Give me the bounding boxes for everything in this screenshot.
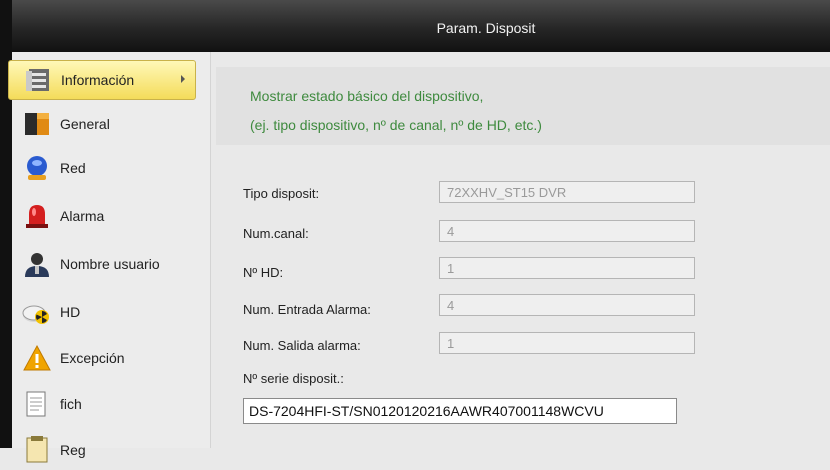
log-icon <box>22 435 52 465</box>
sidebar-item-fich[interactable]: fich <box>8 384 196 424</box>
sidebar-item-label: Nombre usuario <box>60 256 160 272</box>
sidebar-item-general[interactable]: General <box>8 104 196 144</box>
server-icon <box>23 65 53 95</box>
device-type-field[interactable] <box>439 181 695 203</box>
sidebar-item-label: Alarma <box>60 208 105 224</box>
alarm-input-count-field[interactable] <box>439 294 695 316</box>
alarm-output-count-field[interactable] <box>439 332 695 354</box>
window-title-text: Param. Disposit <box>436 20 536 36</box>
sidebar-item-excepcion[interactable]: Excepción <box>8 338 196 378</box>
user-icon <box>22 249 52 279</box>
sidebar-item-red[interactable]: Red <box>8 148 196 188</box>
sidebar-item-alarma[interactable]: Alarma <box>8 196 196 236</box>
serial-number-label: Nº serie disposit.: <box>243 371 344 386</box>
alarm-icon <box>22 201 52 231</box>
sidebar-item-hd[interactable]: HD <box>8 292 196 332</box>
hdd-count-field[interactable] <box>439 257 695 279</box>
chevron-right-icon <box>181 75 185 83</box>
sidebar-item-label: HD <box>60 304 81 320</box>
sidebar-item-label: Red <box>60 160 86 176</box>
hdd-count-label: Nº HD: <box>243 265 284 280</box>
network-icon <box>22 153 52 183</box>
sidebar-item-reg[interactable]: Reg <box>8 430 196 470</box>
window-title: Param. Disposit <box>12 0 830 52</box>
sidebar-item-label: fich <box>60 396 82 412</box>
sidebar-item-informacion[interactable]: Información <box>8 60 196 100</box>
general-icon <box>22 109 52 139</box>
sidebar-item-label: Excepción <box>60 350 125 366</box>
alarm-input-count-label: Num. Entrada Alarma: <box>243 302 371 317</box>
description-line-2: (ej. tipo dispositivo, nº de canal, nº d… <box>250 117 542 133</box>
description-box <box>216 67 830 145</box>
warning-icon <box>22 343 52 373</box>
channel-count-field[interactable] <box>439 220 695 242</box>
alarm-output-count-label: Num. Salida alarma: <box>243 338 361 353</box>
description-line-1: Mostrar estado básico del dispositivo, <box>250 88 484 104</box>
sidebar-item-nombre-usuario[interactable]: Nombre usuario <box>8 244 196 284</box>
file-icon <box>22 389 52 419</box>
sidebar-item-label: Reg <box>60 442 86 458</box>
hdd-icon <box>22 297 52 327</box>
device-type-label: Tipo disposit: <box>243 186 320 201</box>
channel-count-label: Num.canal: <box>243 226 309 241</box>
serial-number-field[interactable] <box>243 398 677 424</box>
sidebar-item-label: Información <box>61 72 135 88</box>
sidebar-item-label: General <box>60 116 110 132</box>
